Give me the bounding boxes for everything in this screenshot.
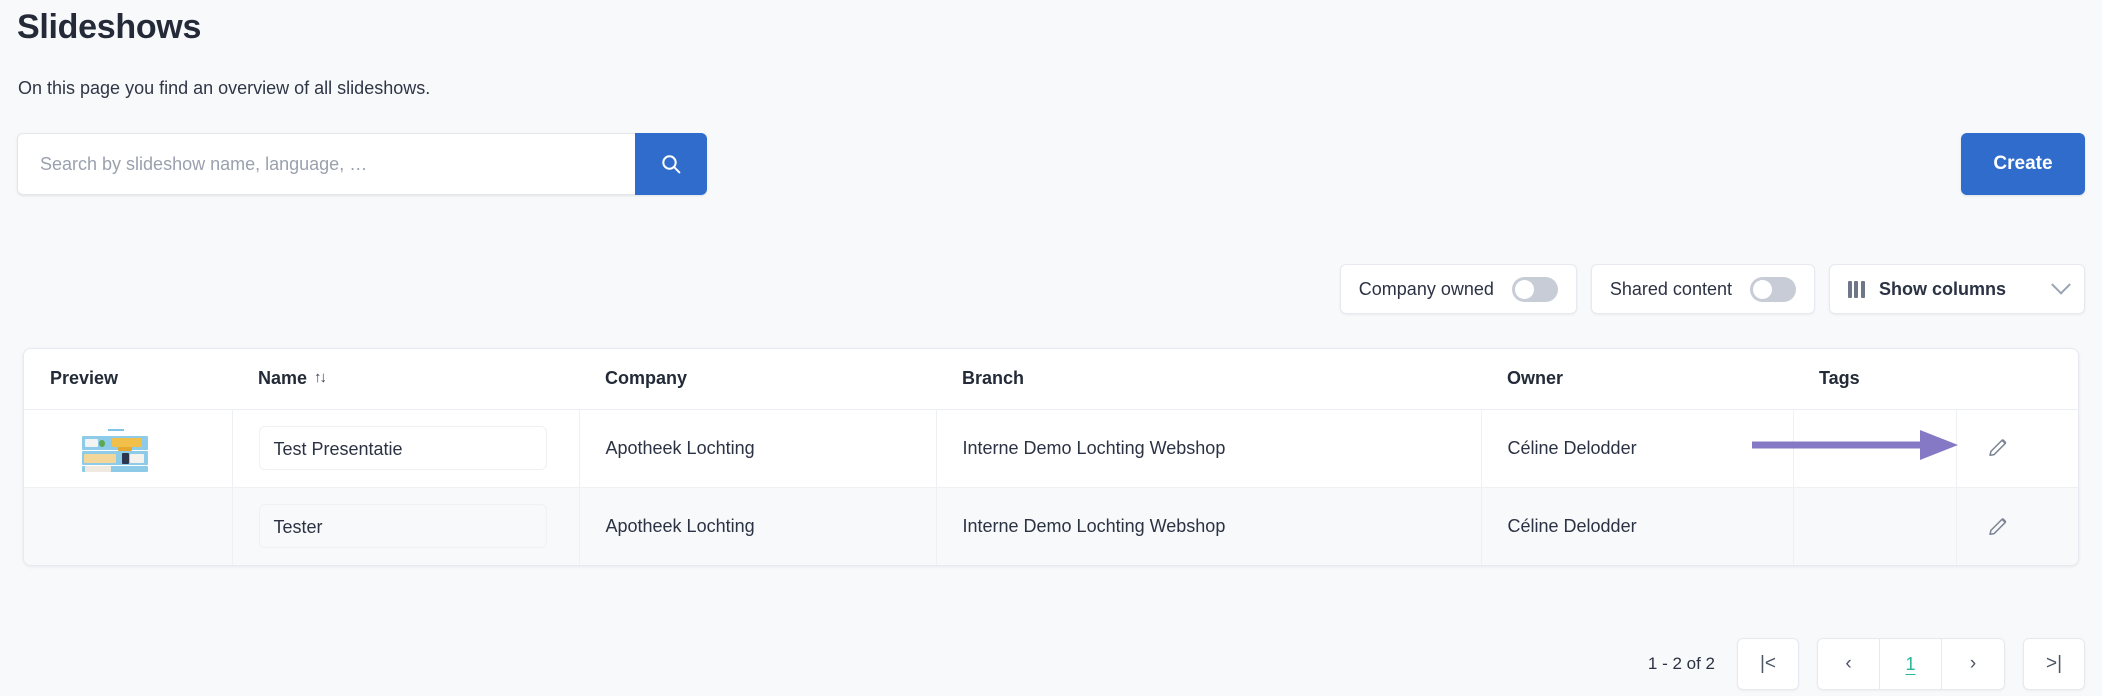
pencil-icon bbox=[1987, 516, 2008, 537]
slideshows-table: Preview Name ↑↓ Company Branch Owner Tags bbox=[23, 348, 2079, 566]
last-page-button[interactable]: >| bbox=[2023, 638, 2085, 690]
slideshow-thumbnail[interactable] bbox=[70, 424, 158, 473]
cell-edit-action bbox=[1956, 409, 2079, 487]
sort-arrows-icon[interactable]: ↑↓ bbox=[314, 369, 325, 386]
table-row[interactable]: Tester Apotheek Lochting Interne Demo Lo… bbox=[24, 487, 2079, 565]
page-subtitle: On this page you find an overview of all… bbox=[18, 78, 430, 99]
column-header-branch[interactable]: Branch bbox=[936, 349, 1481, 409]
cell-owner: Céline Delodder bbox=[1481, 487, 1793, 565]
cell-branch: Interne Demo Lochting Webshop bbox=[936, 487, 1481, 565]
column-header-preview[interactable]: Preview bbox=[24, 349, 232, 409]
cell-owner: Céline Delodder bbox=[1481, 409, 1793, 487]
search-input[interactable] bbox=[17, 133, 635, 195]
pencil-icon bbox=[1987, 437, 2008, 458]
cell-preview bbox=[24, 487, 232, 565]
shared-content-switch[interactable] bbox=[1750, 277, 1796, 302]
column-header-company[interactable]: Company bbox=[579, 349, 936, 409]
edit-row-button[interactable] bbox=[1983, 433, 2013, 463]
company-owned-label: Company owned bbox=[1359, 279, 1494, 300]
column-header-actions-1 bbox=[1956, 349, 2079, 409]
table-header-row: Preview Name ↑↓ Company Branch Owner Tags bbox=[24, 349, 2079, 409]
slideshows-page: Slideshows On this page you find an over… bbox=[0, 0, 2102, 696]
column-header-name-label: Name bbox=[258, 368, 307, 388]
pagination-range: 1 - 2 of 2 bbox=[1648, 654, 1715, 674]
create-button[interactable]: Create bbox=[1961, 133, 2085, 195]
column-header-owner[interactable]: Owner bbox=[1481, 349, 1793, 409]
search-button[interactable] bbox=[635, 133, 707, 195]
column-header-name[interactable]: Name ↑↓ bbox=[232, 349, 579, 409]
edit-row-button[interactable] bbox=[1983, 511, 2013, 541]
shared-content-label: Shared content bbox=[1610, 279, 1732, 300]
cell-preview[interactable] bbox=[24, 409, 232, 487]
cell-name[interactable]: Tester bbox=[232, 487, 579, 565]
name-input[interactable]: Test Presentatie bbox=[259, 426, 547, 470]
page-1-button[interactable]: 1 bbox=[1880, 639, 1942, 689]
search-icon bbox=[660, 153, 682, 175]
next-page-button[interactable]: › bbox=[1942, 639, 2004, 689]
chevron-down-icon bbox=[2051, 275, 2071, 295]
cell-tags bbox=[1793, 409, 1956, 487]
prev-page-button[interactable]: ‹ bbox=[1818, 639, 1880, 689]
cell-edit-action bbox=[1956, 487, 2079, 565]
cell-branch: Interne Demo Lochting Webshop bbox=[936, 409, 1481, 487]
show-columns-label: Show columns bbox=[1879, 279, 2006, 300]
search-bar bbox=[17, 133, 707, 195]
pagination: 1 - 2 of 2 |< ‹ 1 › >| bbox=[1648, 638, 2085, 690]
company-owned-switch[interactable] bbox=[1512, 277, 1558, 302]
name-input[interactable]: Tester bbox=[259, 504, 547, 548]
table-toolbar: Company owned Shared content Show column… bbox=[1340, 264, 2085, 314]
columns-icon bbox=[1848, 281, 1865, 298]
cell-company: Apotheek Lochting bbox=[579, 487, 936, 565]
cell-tags bbox=[1793, 487, 1956, 565]
cell-company: Apotheek Lochting bbox=[579, 409, 936, 487]
table-row[interactable]: Test Presentatie Apotheek Lochting Inter… bbox=[24, 409, 2079, 487]
show-columns-button[interactable]: Show columns bbox=[1829, 264, 2085, 314]
cell-name[interactable]: Test Presentatie bbox=[232, 409, 579, 487]
first-page-button[interactable]: |< bbox=[1737, 638, 1799, 690]
company-owned-toggle[interactable]: Company owned bbox=[1340, 264, 1577, 314]
pagination-group: ‹ 1 › bbox=[1817, 638, 2005, 690]
page-title: Slideshows bbox=[17, 8, 201, 47]
column-header-tags[interactable]: Tags bbox=[1793, 349, 1956, 409]
shared-content-toggle[interactable]: Shared content bbox=[1591, 264, 1815, 314]
